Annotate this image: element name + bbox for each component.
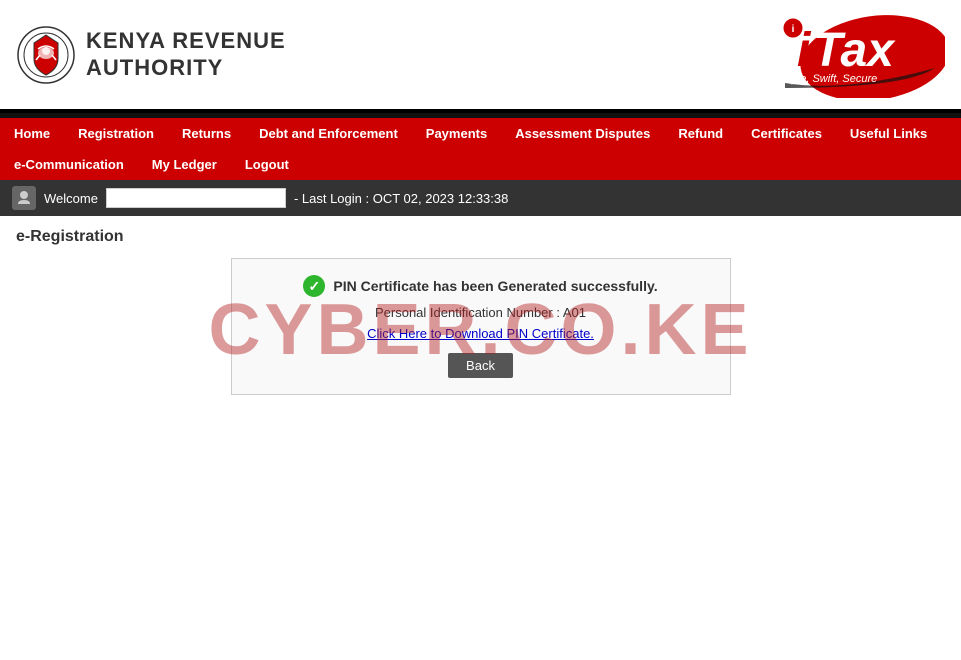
welcome-label: Welcome xyxy=(44,191,98,206)
nav-payments[interactable]: Payments xyxy=(412,118,501,149)
success-header: ✓ PIN Certificate has been Generated suc… xyxy=(248,275,714,297)
success-title: PIN Certificate has been Generated succe… xyxy=(333,278,657,294)
itax-logo-svg: i Tax Simple, Swift, Secure i xyxy=(725,8,945,98)
navbar-row2: e-Communication My Ledger Logout xyxy=(0,149,961,180)
success-box: ✓ PIN Certificate has been Generated suc… xyxy=(231,258,731,395)
kra-line2: Authority xyxy=(86,55,286,81)
navbar: Home Registration Returns Debt and Enfor… xyxy=(0,118,961,180)
page-header: Kenya Revenue Authority i Tax Simple, Sw… xyxy=(0,0,961,113)
back-button[interactable]: Back xyxy=(448,353,513,378)
nav-e-comm[interactable]: e-Communication xyxy=(0,149,138,180)
svg-text:Tax: Tax xyxy=(813,24,896,77)
itax-logo: i Tax Simple, Swift, Secure i xyxy=(725,8,945,101)
last-login-text: - Last Login : OCT 02, 2023 12:33:38 xyxy=(294,191,508,206)
pin-number-text: Personal Identification Number : A01 xyxy=(248,305,714,320)
welcome-bar: Welcome - Last Login : OCT 02, 2023 12:3… xyxy=(0,180,961,216)
content-area: e-Registration ✓ PIN Certificate has bee… xyxy=(0,216,961,407)
nav-useful-links[interactable]: Useful Links xyxy=(836,118,941,149)
download-certificate-link[interactable]: Click Here to Download PIN Certificate. xyxy=(248,326,714,341)
svg-text:i: i xyxy=(792,24,795,35)
kra-line1: Kenya Revenue xyxy=(86,28,286,54)
nav-debt[interactable]: Debt and Enforcement xyxy=(245,118,412,149)
kra-name: Kenya Revenue Authority xyxy=(86,28,286,81)
nav-registration[interactable]: Registration xyxy=(64,118,168,149)
user-icon xyxy=(12,186,36,210)
nav-certificates[interactable]: Certificates xyxy=(737,118,836,149)
username-display xyxy=(106,188,286,208)
check-icon: ✓ xyxy=(303,275,325,297)
nav-returns[interactable]: Returns xyxy=(168,118,245,149)
nav-ledger[interactable]: My Ledger xyxy=(138,149,231,180)
kra-emblem-icon xyxy=(16,25,76,85)
page-title: e-Registration xyxy=(16,228,945,246)
nav-home[interactable]: Home xyxy=(0,118,64,149)
nav-logout[interactable]: Logout xyxy=(231,149,303,180)
navbar-row1: Home Registration Returns Debt and Enfor… xyxy=(0,118,961,149)
svg-text:Simple, Swift, Secure: Simple, Swift, Secure xyxy=(773,73,878,85)
kra-logo: Kenya Revenue Authority xyxy=(16,25,286,85)
nav-disputes[interactable]: Assessment Disputes xyxy=(501,118,664,149)
nav-refund[interactable]: Refund xyxy=(664,118,737,149)
